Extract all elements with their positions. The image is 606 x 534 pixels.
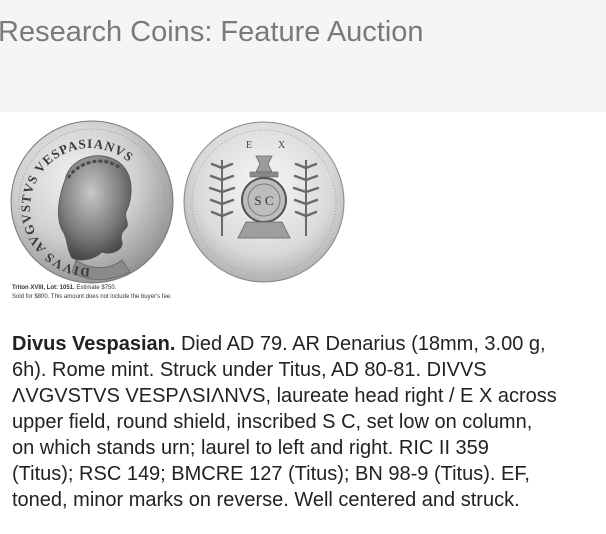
page-title: Research Coins: Feature Auction bbox=[0, 16, 424, 48]
page-header: Research Coins: Feature Auction bbox=[0, 0, 606, 112]
shield-inscription: S C bbox=[254, 193, 273, 208]
obverse-coin: DIVVS AVGVSTVS VESPASIANVS bbox=[10, 120, 174, 284]
description-line: toned, minor marks on reverse. Well cent… bbox=[12, 489, 520, 511]
description-line: 6h). Rome mint. Struck under Titus, AD 8… bbox=[12, 359, 487, 381]
estimate-text: Estimate $750. bbox=[76, 285, 117, 291]
coin-image: DIVVS AVGVSTVS VESPASIANVS S C E X bbox=[10, 120, 346, 310]
description-line: ΛVGVSTVS VESPΛSIΛNVS, laureate head righ… bbox=[12, 385, 557, 407]
description-line: on which stands urn; laurel to left and … bbox=[12, 437, 489, 459]
reverse-coin: S C E X bbox=[183, 121, 345, 283]
reverse-field-letter-e: E bbox=[246, 140, 252, 151]
sale-label: Triton XVIII, Lot: 1051. bbox=[12, 285, 75, 291]
description-line: (Titus); RSC 149; BMCRE 127 (Titus); BN … bbox=[12, 463, 530, 485]
description-line: upper field, round shield, inscribed S C… bbox=[12, 411, 533, 433]
auction-caption: Triton XVIII, Lot: 1051. Estimate $750. … bbox=[12, 284, 172, 302]
caption-line-1: Triton XVIII, Lot: 1051. Estimate $750. bbox=[12, 284, 172, 293]
lot-name: Divus Vespasian. bbox=[12, 333, 176, 355]
reverse-field-letter-x: X bbox=[278, 140, 286, 151]
description-text: Died AD 79. AR Denarius (18mm, 3.00 g, bbox=[175, 333, 546, 355]
lot-description: Divus Vespasian. Died AD 79. AR Denarius… bbox=[12, 331, 606, 513]
sold-text: Sold for $800. This amount does not incl… bbox=[12, 294, 172, 300]
description-line: Divus Vespasian. Died AD 79. AR Denarius… bbox=[12, 331, 606, 357]
